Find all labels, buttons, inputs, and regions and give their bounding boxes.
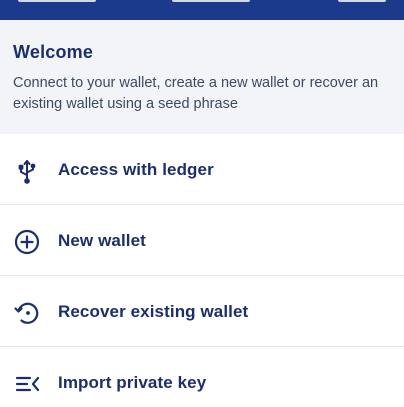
access-with-ledger-button[interactable]: Access with ledger [0,134,404,205]
recover-existing-wallet-button[interactable]: Recover existing wallet [0,276,404,347]
usb-icon [13,157,41,185]
import-private-key-button[interactable]: Import private key [0,347,404,407]
access-with-ledger-label: Access with ledger [58,160,214,179]
header-fragment-right [338,0,386,2]
new-wallet-label: New wallet [58,231,146,250]
welcome-panel: Welcome Connect to your wallet, create a… [0,20,404,134]
new-wallet-button[interactable]: New wallet [0,205,404,276]
welcome-title: Welcome [13,42,94,62]
restore-icon [13,299,41,327]
plus-circle-icon [13,228,41,256]
recover-existing-wallet-label: Recover existing wallet [58,302,249,321]
import-key-icon [13,370,41,398]
welcome-description: Connect to your wallet, create a new wal… [13,75,379,112]
wallet-page: Welcome Connect to your wallet, create a… [0,0,404,407]
import-private-key-label: Import private key [58,373,207,392]
header-fragment-center [172,0,250,2]
header-bar [0,0,404,20]
wallet-options-menu: Access with ledger New wallet Recover ex… [0,134,404,407]
header-fragment-left [18,0,96,2]
